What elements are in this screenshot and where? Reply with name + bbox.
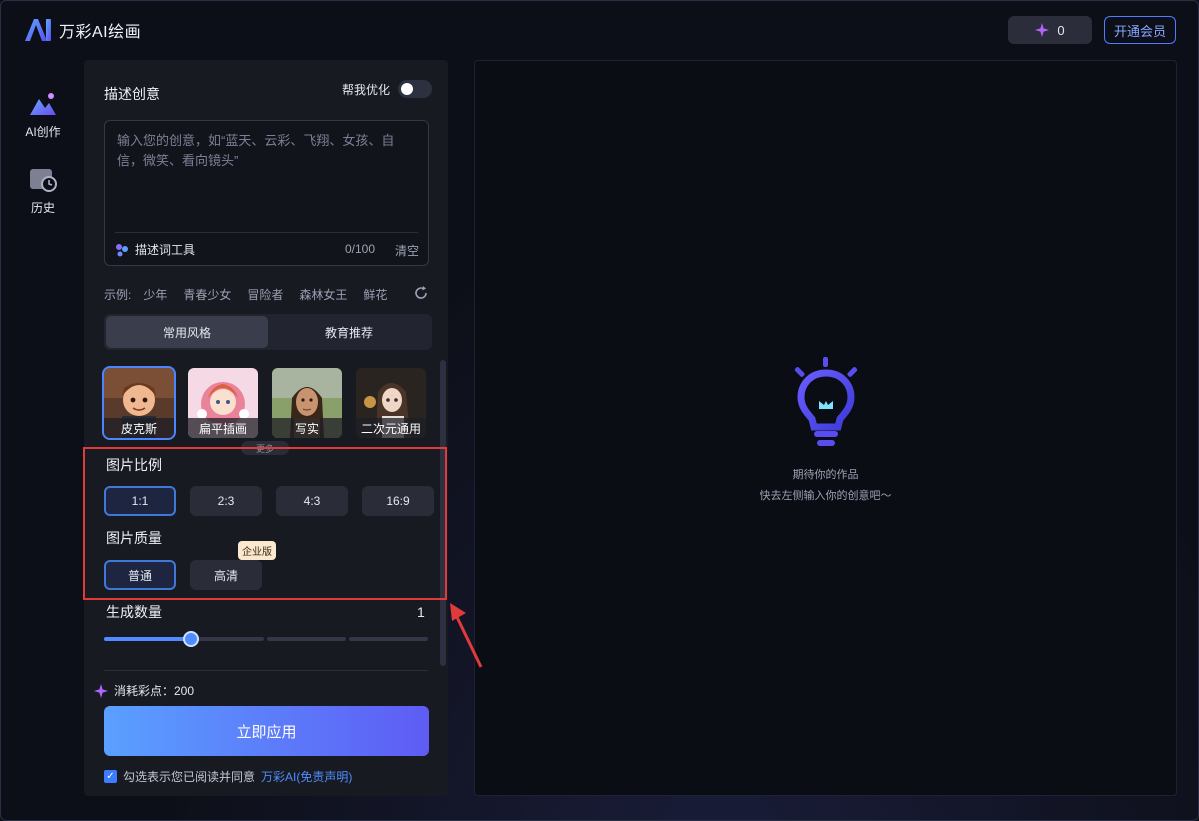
char-count: 0/100 xyxy=(345,242,376,256)
nav-label-history: 历史 xyxy=(30,201,55,215)
example-item[interactable]: 森林女王 xyxy=(299,286,347,303)
examples-row: 示例: 少年 青春少女 冒险者 森林女王 鲜花 xyxy=(104,286,403,303)
style-label: 写实 xyxy=(272,418,342,438)
style-cards: 皮克斯 扁平插画 写实 二次元通用 xyxy=(102,366,426,440)
style-card-flat[interactable]: 扁平插画 xyxy=(188,368,258,438)
examples-label: 示例: xyxy=(104,288,132,302)
agreement-text: 勾选表示您已阅读并同意 xyxy=(123,770,256,784)
agreement-checkbox[interactable]: ✓ xyxy=(104,770,117,783)
slider-segment xyxy=(349,637,428,641)
cost-info: 消耗彩点：200 xyxy=(94,682,194,699)
app-logo: 万彩AI绘画 xyxy=(23,17,141,43)
example-item[interactable]: 鲜花 xyxy=(363,286,387,303)
app-title: 万彩AI绘画 xyxy=(59,24,142,41)
prompt-tool-label: 描述词工具 xyxy=(135,243,196,257)
nav-label-ai-create: AI创作 xyxy=(25,125,61,139)
prompt-box: 描述词工具 0/100 清空 xyxy=(104,120,429,266)
slider-thumb[interactable] xyxy=(183,631,199,647)
empty-state-title: 期待你的作品 xyxy=(792,469,859,481)
optimize-toggle-group: 帮我优化 xyxy=(342,80,433,98)
sparkle-icon xyxy=(1035,23,1050,37)
optimize-toggle[interactable] xyxy=(398,80,433,98)
slider-segment xyxy=(267,637,346,641)
count-title: 生成数量 xyxy=(106,604,162,620)
history-icon xyxy=(30,169,57,192)
style-label: 皮克斯 xyxy=(104,418,174,438)
image-create-icon xyxy=(30,93,56,115)
highlight-box xyxy=(83,447,447,600)
agreement-row: ✓ 勾选表示您已阅读并同意 万彩AI(免责声明) xyxy=(104,768,352,785)
points-button[interactable]: 0 xyxy=(1008,16,1092,44)
describe-title: 描述创意 xyxy=(104,86,160,102)
style-tabs: 常用风格 教育推荐 xyxy=(104,314,432,350)
open-membership-button[interactable]: 开通会员 xyxy=(1104,16,1176,44)
prompt-input[interactable] xyxy=(117,131,417,227)
slider-fill xyxy=(104,637,191,641)
panel-divider xyxy=(104,670,428,671)
optimize-label: 帮我优化 xyxy=(342,82,391,97)
cost-label: 消耗彩点：200 xyxy=(114,684,195,698)
style-card-anime[interactable]: 二次元通用 xyxy=(356,368,426,438)
prompt-tool-icon xyxy=(116,243,128,256)
apply-button[interactable]: 立即应用 xyxy=(104,706,429,756)
result-canvas: 期待你的作品 快去左侧输入你的创意吧～ xyxy=(474,60,1177,796)
tab-education[interactable]: 教育推荐 xyxy=(268,316,430,348)
refresh-icon[interactable] xyxy=(413,285,429,301)
style-card-pixar[interactable]: 皮克斯 xyxy=(102,366,176,440)
empty-state-hint: 快去左侧输入你的创意吧～ xyxy=(759,490,892,502)
clear-button[interactable]: 清空 xyxy=(395,242,419,259)
style-label: 扁平插画 xyxy=(188,418,258,438)
count-value: 1 xyxy=(417,604,425,620)
create-panel: 描述创意 帮我优化 描述词工具 0/100 清空 示例: 少年 青春少女 冒险者… xyxy=(84,60,448,796)
logo-icon xyxy=(25,19,51,41)
app-window: 万彩AI绘画 0 开通会员 AI创作 历史 描述创意 帮我优化 输入您的创意，如… xyxy=(0,0,1199,821)
style-card-realistic[interactable]: 写实 xyxy=(272,368,342,438)
disclaimer-link[interactable]: 万彩AI(免责声明) xyxy=(261,768,352,785)
example-item[interactable]: 少年 xyxy=(143,286,167,303)
example-item[interactable]: 青春少女 xyxy=(183,286,231,303)
points-value: 0 xyxy=(1057,22,1065,38)
tab-common-styles[interactable]: 常用风格 xyxy=(106,316,268,348)
nav-item-history[interactable]: 历史 xyxy=(17,167,69,216)
count-slider[interactable] xyxy=(104,631,428,647)
prompt-divider xyxy=(115,232,418,233)
example-item[interactable]: 冒险者 xyxy=(247,286,283,303)
style-label: 二次元通用 xyxy=(356,418,426,438)
prompt-tool-button[interactable]: 描述词工具 xyxy=(115,241,195,258)
lightbulb-icon xyxy=(794,357,858,446)
nav-item-ai-create[interactable]: AI创作 xyxy=(17,91,69,140)
annotation-arrow-icon xyxy=(450,603,483,668)
sparkle-icon xyxy=(94,683,108,698)
